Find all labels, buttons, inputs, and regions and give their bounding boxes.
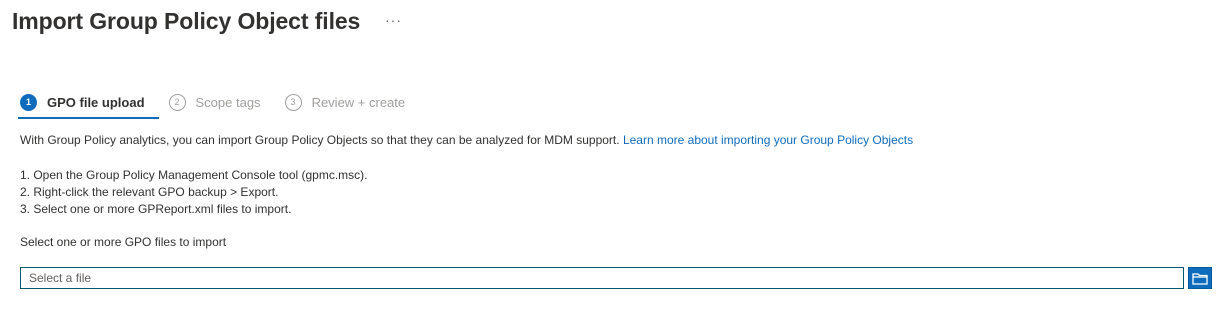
wizard-steps: 1 GPO file upload 2 Scope tags 3 Review … (18, 90, 429, 119)
instruction-item: 2. Right-click the relevant GPO backup >… (20, 185, 279, 199)
step-label: GPO file upload (47, 94, 145, 110)
file-input[interactable]: Select a file (20, 267, 1184, 289)
folder-icon (1192, 272, 1208, 285)
step-label: Review + create (311, 94, 406, 110)
step-number-badge: 2 (168, 93, 186, 111)
step-number-badge: 1 (20, 93, 37, 111)
wizard-step-scope-tags[interactable]: 2 Scope tags (168, 90, 261, 114)
wizard-step-gpo-file-upload[interactable]: 1 GPO file upload (18, 90, 158, 119)
more-options-button[interactable]: ··· (385, 12, 402, 28)
page-title: Import Group Policy Object files (12, 8, 361, 34)
wizard-step-review-create[interactable]: 3 Review + create (284, 90, 406, 114)
step-label: Scope tags (195, 94, 261, 110)
browse-files-button[interactable] (1188, 267, 1212, 289)
description: With Group Policy analytics, you can imp… (20, 133, 620, 147)
step-number-badge: 3 (284, 93, 302, 111)
instruction-list: 1. Open the Group Policy Management Cons… (20, 167, 368, 218)
instruction-item: 3. Select one or more GPReport.xml files… (20, 202, 292, 216)
description-text: With Group Policy analytics, you can imp… (20, 133, 913, 147)
file-select-label: Select one or more GPO files to import (20, 235, 227, 249)
learn-more-link[interactable]: Learn more about importing your Group Po… (623, 133, 913, 147)
instruction-item: 1. Open the Group Policy Management Cons… (20, 168, 368, 182)
